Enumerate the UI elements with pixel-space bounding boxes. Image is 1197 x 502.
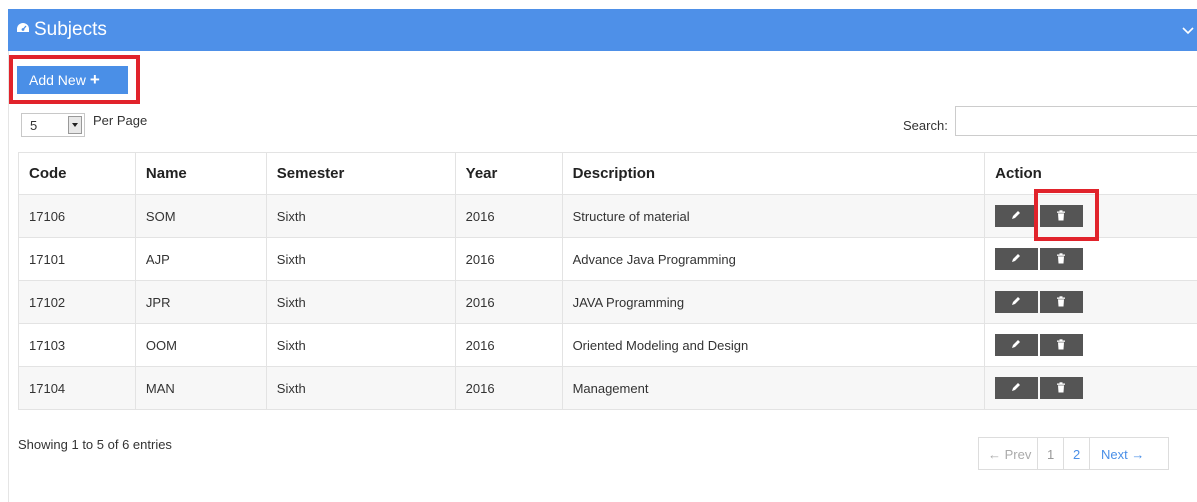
panel-title: Subjects xyxy=(16,18,107,42)
table-header-row: Code Name Semester Year Description Acti… xyxy=(18,152,1197,195)
cell-description: Management xyxy=(561,366,986,410)
edit-button[interactable] xyxy=(995,291,1039,313)
cell-description: JAVA Programming xyxy=(561,280,986,324)
delete-button[interactable] xyxy=(1040,248,1084,270)
cell-semester: Sixth xyxy=(265,280,456,324)
panel-header: Subjects xyxy=(8,9,1197,51)
cell-name: AJP xyxy=(134,237,267,281)
cell-code: 17104 xyxy=(18,366,136,410)
column-header-year[interactable]: Year xyxy=(454,152,563,195)
per-page-value: 5 xyxy=(30,118,38,133)
table-row: 17102 JPR Sixth 2016 JAVA Programming xyxy=(18,280,1197,324)
table-row: 17101 AJP Sixth 2016 Advance Java Progra… xyxy=(18,237,1197,281)
table-row: 17106 SOM Sixth 2016 Structure of materi… xyxy=(18,194,1197,238)
cell-semester: Sixth xyxy=(265,366,456,410)
page-link-1[interactable]: 1 xyxy=(1037,437,1064,470)
pencil-icon xyxy=(1012,383,1021,391)
trash-icon xyxy=(1057,253,1066,264)
delete-button[interactable] xyxy=(1040,377,1084,399)
pencil-icon xyxy=(1012,340,1021,348)
page-link-2[interactable]: 2 xyxy=(1063,437,1090,470)
cell-description: Structure of material xyxy=(561,194,986,238)
per-page-label: Per Page xyxy=(93,113,148,128)
column-header-code[interactable]: Code xyxy=(18,152,136,195)
cell-name: SOM xyxy=(134,194,267,238)
pagination: ← Prev 1 2 Next → xyxy=(978,437,1169,470)
edit-button[interactable] xyxy=(995,205,1039,227)
prev-page-link[interactable]: ← Prev xyxy=(978,437,1038,470)
cell-semester: Sixth xyxy=(265,194,456,238)
dropdown-arrow-icon[interactable] xyxy=(68,116,82,134)
cell-name: JPR xyxy=(134,280,267,324)
cell-name: OOM xyxy=(134,323,267,367)
pencil-icon xyxy=(1012,211,1021,219)
cell-semester: Sixth xyxy=(265,237,456,281)
subjects-table: Code Name Semester Year Description Acti… xyxy=(18,152,1197,410)
column-header-name[interactable]: Name xyxy=(134,152,267,195)
dashboard-icon xyxy=(16,18,32,42)
trash-icon xyxy=(1057,382,1066,393)
column-header-semester[interactable]: Semester xyxy=(265,152,456,195)
highlight-box-delete xyxy=(1034,189,1099,241)
cell-action xyxy=(984,366,1197,410)
cell-year: 2016 xyxy=(454,323,563,367)
delete-button[interactable] xyxy=(1040,334,1084,356)
cell-semester: Sixth xyxy=(265,323,456,367)
cell-action xyxy=(984,323,1197,367)
cell-year: 2016 xyxy=(454,366,563,410)
cell-code: 17101 xyxy=(18,237,136,281)
chevron-down-icon[interactable] xyxy=(1181,24,1195,38)
edit-button[interactable] xyxy=(995,377,1039,399)
table-info: Showing 1 to 5 of 6 entries xyxy=(18,437,172,452)
cell-description: Oriented Modeling and Design xyxy=(561,323,986,367)
per-page-select[interactable]: 5 xyxy=(21,113,85,137)
edit-button[interactable] xyxy=(995,334,1039,356)
table-row: 17104 MAN Sixth 2016 Management xyxy=(18,366,1197,410)
cell-year: 2016 xyxy=(454,237,563,281)
trash-icon xyxy=(1057,339,1066,350)
cell-year: 2016 xyxy=(454,194,563,238)
cell-action xyxy=(984,237,1197,281)
cell-description: Advance Java Programming xyxy=(561,237,986,281)
cell-name: MAN xyxy=(134,366,267,410)
cell-code: 17102 xyxy=(18,280,136,324)
delete-button[interactable] xyxy=(1040,291,1084,313)
next-page-link[interactable]: Next → xyxy=(1089,437,1169,470)
pencil-icon xyxy=(1012,297,1021,305)
cell-code: 17103 xyxy=(18,323,136,367)
search-label: Search: xyxy=(903,118,948,133)
column-header-description[interactable]: Description xyxy=(561,152,986,195)
cell-year: 2016 xyxy=(454,280,563,324)
panel-title-text: Subjects xyxy=(34,19,107,41)
table-row: 17103 OOM Sixth 2016 Oriented Modeling a… xyxy=(18,323,1197,367)
trash-icon xyxy=(1057,296,1066,307)
cell-action xyxy=(984,280,1197,324)
search-input[interactable] xyxy=(955,106,1197,136)
highlight-box-add xyxy=(9,55,140,104)
edit-button[interactable] xyxy=(995,248,1039,270)
pencil-icon xyxy=(1012,254,1021,262)
cell-code: 17106 xyxy=(18,194,136,238)
